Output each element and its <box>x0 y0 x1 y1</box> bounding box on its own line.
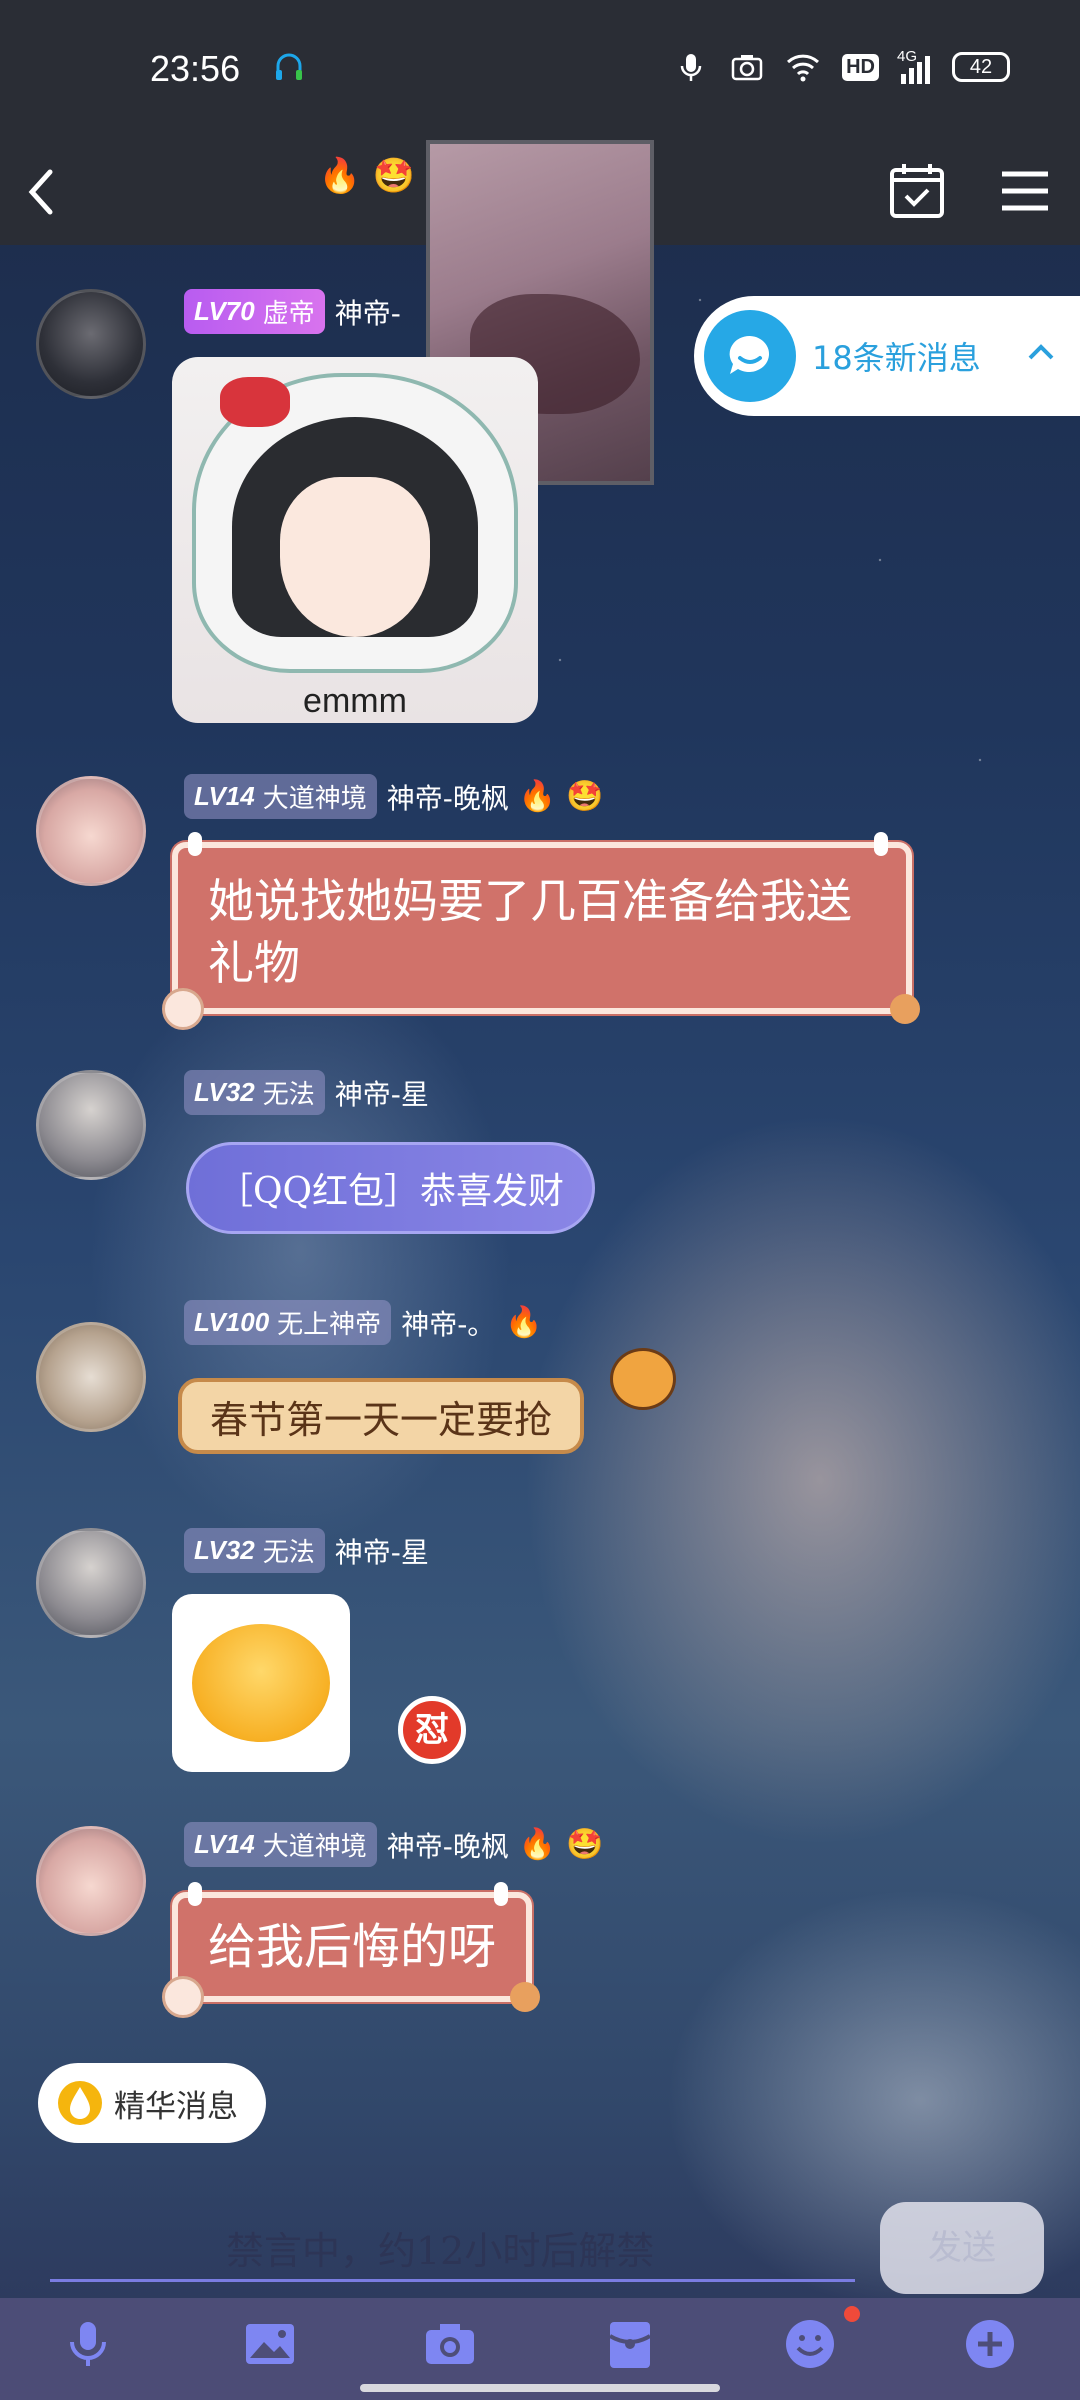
level-badge: LV14 大道神境 <box>184 774 377 819</box>
headset-icon <box>276 53 302 80</box>
plus-icon[interactable] <box>960 2314 1020 2374</box>
tiger-decoration <box>610 1348 676 1410</box>
new-messages-label: 18条新消息 <box>812 339 981 377</box>
avatar[interactable] <box>36 1322 146 1432</box>
input-area: 禁言中，约12小时后解禁 发送 <box>0 2178 1080 2298</box>
avatar[interactable] <box>36 1826 146 1936</box>
back-arrow-icon[interactable] <box>14 160 74 220</box>
message-text: 她说找她妈要了几百准备给我送礼物 <box>208 874 852 990</box>
send-button[interactable]: 发送 <box>880 2202 1044 2294</box>
level-badge: LV32 无法 <box>184 1528 325 1573</box>
fire-emoji: 🔥 <box>318 156 362 196</box>
image-caption: emmm <box>303 682 407 720</box>
red-packet-icon[interactable] <box>600 2314 660 2374</box>
message-meta: LV14 大道神境 神帝-晚枫 🔥 🤩 <box>184 1822 604 1867</box>
fire-emoji: 🔥 <box>518 779 557 814</box>
message-meta: LV70 虚帝 神帝- <box>184 289 401 334</box>
avatar[interactable] <box>36 776 146 886</box>
star-eyes-emoji: 🤩 <box>566 1827 604 1862</box>
fire-emoji: 🔥 <box>505 1305 543 1340</box>
muted-notice: 禁言中，约12小时后解禁 <box>226 2229 655 2273</box>
hd-badge: HD <box>842 53 879 81</box>
message-text: 给我后悔的呀 <box>208 1919 497 1975</box>
anime-face <box>280 477 430 637</box>
sender-name: 神帝-晚枫 <box>386 781 509 815</box>
fire-emoji: 🔥 <box>518 1827 557 1862</box>
message-bubble[interactable]: 她说找她妈要了几百准备给我送礼物 <box>162 832 920 1030</box>
camera-status-icon <box>731 55 763 81</box>
message-meta: LV32 无法 神帝-星 <box>184 1528 429 1573</box>
sender-name: 神帝- <box>334 296 401 330</box>
red-packet-message[interactable]: ［QQ红包］恭喜发财 <box>186 1142 596 1234</box>
status-time: 23:56 <box>150 48 241 89</box>
image-icon[interactable] <box>240 2314 300 2374</box>
message-bubble[interactable]: 给我后悔的呀 <box>162 1882 541 2018</box>
new-messages-pill[interactable]: 18条新消息 <box>694 296 1080 416</box>
reaction-badge: 怼 <box>398 1696 466 1764</box>
menu-icon[interactable] <box>990 156 1060 226</box>
signal-icon: 4G <box>897 48 930 84</box>
anime-bow <box>220 377 290 427</box>
star-eyes-emoji: 🤩 <box>372 156 416 196</box>
sender-name: 神帝-星 <box>334 1535 429 1569</box>
header-actions <box>882 156 1060 226</box>
message-meta: LV14 大道神境 神帝-晚枫 🔥 🤩 <box>184 774 604 819</box>
group-title: 🔥 🤩 <box>318 154 416 198</box>
status-icons: HD 4G 42 <box>674 48 1010 84</box>
image-message[interactable]: emmm <box>172 357 538 723</box>
message-text: 春节第一天一定要抢 <box>210 1397 553 1442</box>
mic-status-icon <box>680 54 702 81</box>
chevron-up-icon <box>1028 344 1054 360</box>
essence-label: 精华消息 <box>114 2088 238 2125</box>
avatar[interactable] <box>36 1070 146 1180</box>
home-indicator[interactable] <box>360 2384 720 2392</box>
star-eyes-emoji: 🤩 <box>566 779 604 814</box>
camera-icon[interactable] <box>420 2314 480 2374</box>
battery-indicator: 42 <box>952 52 1010 82</box>
wifi-icon <box>787 54 820 82</box>
level-badge: LV14 大道神境 <box>184 1822 377 1867</box>
message-meta: LV32 无法 神帝-星 <box>184 1070 429 1115</box>
calendar-check-icon[interactable] <box>882 156 952 226</box>
sender-name: 神帝-。 <box>401 1307 496 1341</box>
status-bar: 23:56 HD 4G 42 <box>0 0 1080 140</box>
avatar[interactable] <box>36 1528 146 1638</box>
level-badge: LV32 无法 <box>184 1070 325 1115</box>
sender-name: 神帝-星 <box>334 1077 429 1111</box>
sticker-message[interactable] <box>172 1594 350 1772</box>
message-bubble[interactable]: 春节第一天一定要抢 <box>178 1378 585 1454</box>
notification-dot <box>844 2306 860 2322</box>
input-underline <box>50 2279 855 2282</box>
essence-icon <box>58 2081 102 2125</box>
sender-name: 神帝-晚枫 <box>386 1829 509 1863</box>
network-label: 4G <box>897 48 918 65</box>
level-badge: LV70 虚帝 <box>184 289 325 334</box>
essence-messages-button[interactable]: 精华消息 <box>38 2063 266 2143</box>
smiley-sticker <box>192 1624 330 1742</box>
microphone-icon[interactable] <box>58 2314 118 2374</box>
avatar[interactable] <box>36 289 146 399</box>
emoji-icon[interactable] <box>780 2314 840 2374</box>
chat-bubble-icon <box>704 310 796 402</box>
level-badge: LV100 无上神帝 <box>184 1300 392 1345</box>
message-meta: LV100 无上神帝 神帝-。 🔥 <box>184 1300 543 1345</box>
